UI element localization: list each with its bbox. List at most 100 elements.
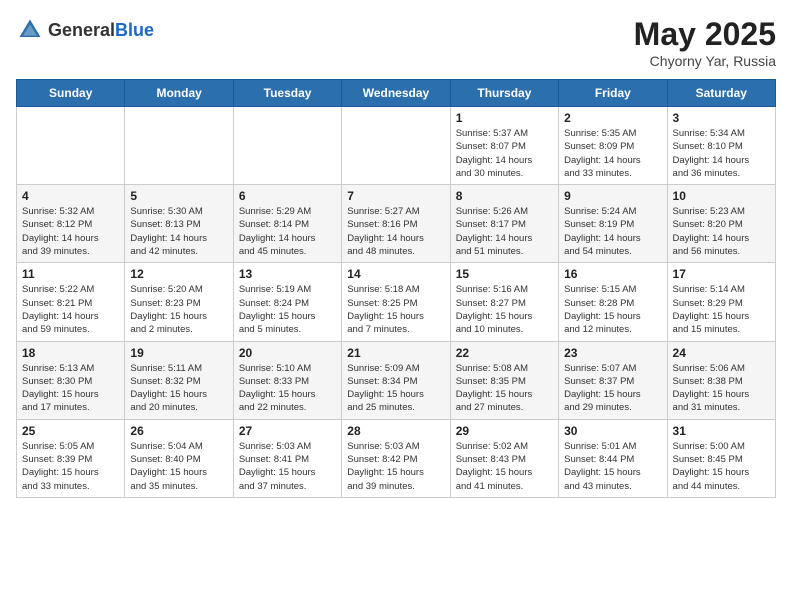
day-info: Sunrise: 5:07 AM Sunset: 8:37 PM Dayligh…	[564, 362, 661, 415]
calendar-cell	[342, 107, 450, 185]
calendar-cell: 31 Sunrise: 5:00 AM Sunset: 8:45 PM Dayli…	[667, 419, 775, 497]
calendar-cell: 5 Sunrise: 5:30 AM Sunset: 8:13 PM Daylig…	[125, 185, 233, 263]
day-number: 23	[564, 346, 661, 360]
calendar-cell: 7 Sunrise: 5:27 AM Sunset: 8:16 PM Daylig…	[342, 185, 450, 263]
calendar-cell: 19 Sunrise: 5:11 AM Sunset: 8:32 PM Dayli…	[125, 341, 233, 419]
day-number: 16	[564, 267, 661, 281]
day-number: 19	[130, 346, 227, 360]
calendar-cell: 10 Sunrise: 5:23 AM Sunset: 8:20 PM Dayli…	[667, 185, 775, 263]
calendar-cell	[17, 107, 125, 185]
calendar-cell: 24 Sunrise: 5:06 AM Sunset: 8:38 PM Dayli…	[667, 341, 775, 419]
day-number: 24	[673, 346, 770, 360]
calendar-cell: 22 Sunrise: 5:08 AM Sunset: 8:35 PM Dayli…	[450, 341, 558, 419]
day-info: Sunrise: 5:37 AM Sunset: 8:07 PM Dayligh…	[456, 127, 553, 180]
calendar-cell: 21 Sunrise: 5:09 AM Sunset: 8:34 PM Dayli…	[342, 341, 450, 419]
calendar-cell: 20Sunrise: 5:10 AM Sunset: 8:33 PM Dayli…	[233, 341, 341, 419]
weekday-header: Saturday	[667, 80, 775, 107]
calendar-week-row: 18 Sunrise: 5:13 AM Sunset: 8:30 PM Dayli…	[17, 341, 776, 419]
weekday-header: Thursday	[450, 80, 558, 107]
calendar-week-row: 4Sunrise: 5:32 AM Sunset: 8:12 PM Daylig…	[17, 185, 776, 263]
calendar-cell: 29Sunrise: 5:02 AM Sunset: 8:43 PM Dayli…	[450, 419, 558, 497]
day-info: Sunrise: 5:02 AM Sunset: 8:43 PM Dayligh…	[456, 440, 553, 493]
day-number: 7	[347, 189, 444, 203]
day-info: Sunrise: 5:35 AM Sunset: 8:09 PM Dayligh…	[564, 127, 661, 180]
weekday-header: Sunday	[17, 80, 125, 107]
day-number: 26	[130, 424, 227, 438]
calendar-cell	[233, 107, 341, 185]
day-number: 20	[239, 346, 336, 360]
day-number: 15	[456, 267, 553, 281]
calendar-week-row: 1 Sunrise: 5:37 AM Sunset: 8:07 PM Daylig…	[17, 107, 776, 185]
day-number: 22	[456, 346, 553, 360]
day-number: 12	[130, 267, 227, 281]
weekday-header: Wednesday	[342, 80, 450, 107]
day-number: 25	[22, 424, 119, 438]
calendar-cell: 25 Sunrise: 5:05 AM Sunset: 8:39 PM Dayli…	[17, 419, 125, 497]
day-number: 27	[239, 424, 336, 438]
day-number: 8	[456, 189, 553, 203]
calendar-cell: 12 Sunrise: 5:20 AM Sunset: 8:23 PM Dayli…	[125, 263, 233, 341]
calendar-cell: 26 Sunrise: 5:04 AM Sunset: 8:40 PM Dayli…	[125, 419, 233, 497]
day-number: 21	[347, 346, 444, 360]
calendar-cell: 3 Sunrise: 5:34 AM Sunset: 8:10 PM Daylig…	[667, 107, 775, 185]
day-number: 18	[22, 346, 119, 360]
calendar-cell: 9 Sunrise: 5:24 AM Sunset: 8:19 PM Daylig…	[559, 185, 667, 263]
day-info: Sunrise: 5:04 AM Sunset: 8:40 PM Dayligh…	[130, 440, 227, 493]
day-info: Sunrise: 5:18 AM Sunset: 8:25 PM Dayligh…	[347, 283, 444, 336]
month-title: May 2025	[634, 16, 776, 53]
day-info: Sunrise: 5:30 AM Sunset: 8:13 PM Dayligh…	[130, 205, 227, 258]
weekday-header: Monday	[125, 80, 233, 107]
day-info: Sunrise: 5:27 AM Sunset: 8:16 PM Dayligh…	[347, 205, 444, 258]
calendar-cell: 11 Sunrise: 5:22 AM Sunset: 8:21 PM Dayli…	[17, 263, 125, 341]
calendar-cell: 8 Sunrise: 5:26 AM Sunset: 8:17 PM Daylig…	[450, 185, 558, 263]
title-area: May 2025 Chyorny Yar, Russia	[634, 16, 776, 69]
day-info: Sunrise: 5:23 AM Sunset: 8:20 PM Dayligh…	[673, 205, 770, 258]
calendar-week-row: 25 Sunrise: 5:05 AM Sunset: 8:39 PM Dayli…	[17, 419, 776, 497]
day-info: Sunrise: 5:16 AM Sunset: 8:27 PM Dayligh…	[456, 283, 553, 336]
calendar-cell: 6Sunrise: 5:29 AM Sunset: 8:14 PM Daylig…	[233, 185, 341, 263]
day-info: Sunrise: 5:26 AM Sunset: 8:17 PM Dayligh…	[456, 205, 553, 258]
day-info: Sunrise: 5:32 AM Sunset: 8:12 PM Dayligh…	[22, 205, 119, 258]
day-number: 11	[22, 267, 119, 281]
calendar-table: SundayMondayTuesdayWednesdayThursdayFrid…	[16, 79, 776, 498]
weekday-header: Tuesday	[233, 80, 341, 107]
day-info: Sunrise: 5:34 AM Sunset: 8:10 PM Dayligh…	[673, 127, 770, 180]
day-number: 10	[673, 189, 770, 203]
day-info: Sunrise: 5:22 AM Sunset: 8:21 PM Dayligh…	[22, 283, 119, 336]
day-number: 9	[564, 189, 661, 203]
calendar-cell: 4Sunrise: 5:32 AM Sunset: 8:12 PM Daylig…	[17, 185, 125, 263]
day-info: Sunrise: 5:11 AM Sunset: 8:32 PM Dayligh…	[130, 362, 227, 415]
day-info: Sunrise: 5:08 AM Sunset: 8:35 PM Dayligh…	[456, 362, 553, 415]
day-info: Sunrise: 5:05 AM Sunset: 8:39 PM Dayligh…	[22, 440, 119, 493]
day-info: Sunrise: 5:13 AM Sunset: 8:30 PM Dayligh…	[22, 362, 119, 415]
day-number: 14	[347, 267, 444, 281]
day-info: Sunrise: 5:15 AM Sunset: 8:28 PM Dayligh…	[564, 283, 661, 336]
calendar-cell: 13Sunrise: 5:19 AM Sunset: 8:24 PM Dayli…	[233, 263, 341, 341]
day-number: 28	[347, 424, 444, 438]
logo-icon	[16, 16, 44, 44]
day-info: Sunrise: 5:20 AM Sunset: 8:23 PM Dayligh…	[130, 283, 227, 336]
logo-general-text: General	[48, 20, 115, 40]
location-title: Chyorny Yar, Russia	[634, 53, 776, 69]
day-info: Sunrise: 5:03 AM Sunset: 8:41 PM Dayligh…	[239, 440, 336, 493]
day-number: 2	[564, 111, 661, 125]
calendar-cell: 23 Sunrise: 5:07 AM Sunset: 8:37 PM Dayli…	[559, 341, 667, 419]
day-info: Sunrise: 5:09 AM Sunset: 8:34 PM Dayligh…	[347, 362, 444, 415]
day-info: Sunrise: 5:14 AM Sunset: 8:29 PM Dayligh…	[673, 283, 770, 336]
day-info: Sunrise: 5:24 AM Sunset: 8:19 PM Dayligh…	[564, 205, 661, 258]
logo-blue-text: Blue	[115, 20, 154, 40]
day-number: 6	[239, 189, 336, 203]
day-number: 5	[130, 189, 227, 203]
day-number: 17	[673, 267, 770, 281]
calendar-cell: 15 Sunrise: 5:16 AM Sunset: 8:27 PM Dayli…	[450, 263, 558, 341]
calendar-cell: 16 Sunrise: 5:15 AM Sunset: 8:28 PM Dayli…	[559, 263, 667, 341]
day-number: 3	[673, 111, 770, 125]
day-info: Sunrise: 5:06 AM Sunset: 8:38 PM Dayligh…	[673, 362, 770, 415]
day-info: Sunrise: 5:00 AM Sunset: 8:45 PM Dayligh…	[673, 440, 770, 493]
calendar-cell: 14 Sunrise: 5:18 AM Sunset: 8:25 PM Dayli…	[342, 263, 450, 341]
day-number: 31	[673, 424, 770, 438]
day-number: 30	[564, 424, 661, 438]
weekday-header-row: SundayMondayTuesdayWednesdayThursdayFrid…	[17, 80, 776, 107]
day-info: Sunrise: 5:19 AM Sunset: 8:24 PM Dayligh…	[239, 283, 336, 336]
day-number: 1	[456, 111, 553, 125]
